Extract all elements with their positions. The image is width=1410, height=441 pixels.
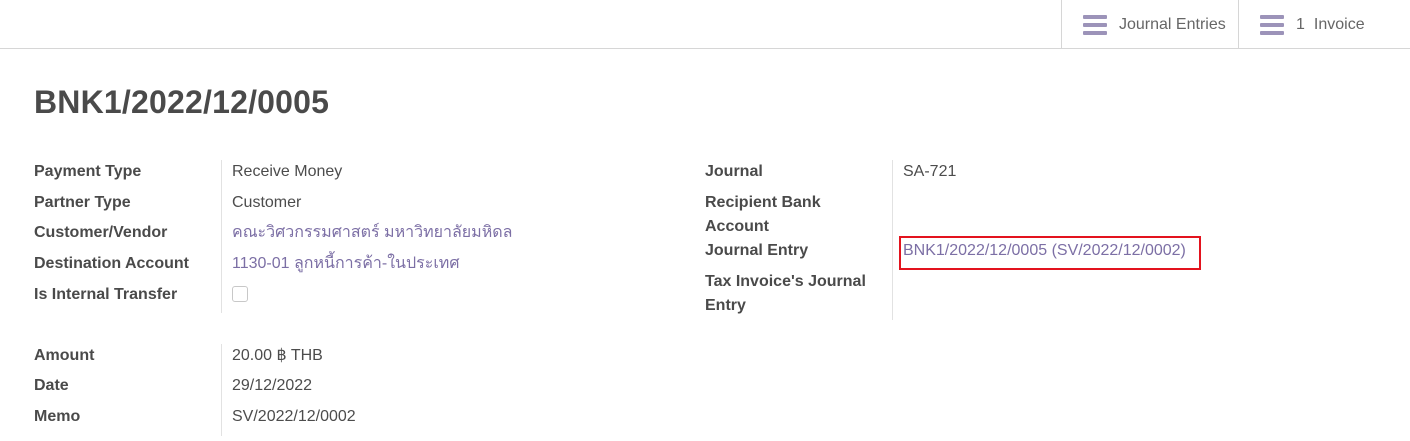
date-label: Date	[34, 377, 69, 394]
recipient-bank-label-line2: Account	[705, 218, 769, 235]
memo-label: Memo	[34, 408, 81, 425]
journal-entries-label: Journal Entries	[1119, 15, 1226, 33]
partner-type-label: Partner Type	[34, 194, 131, 211]
invoice-button[interactable]: 1 Invoice	[1238, 0, 1410, 49]
invoice-label: Invoice	[1313, 15, 1365, 33]
invoice-count: 1	[1296, 15, 1305, 33]
smart-button-bar: Journal Entries 1 Invoice	[0, 0, 1410, 49]
recipient-bank-label-line1: Recipient Bank	[705, 194, 821, 211]
tax-invoice-journal-entry-label: Tax Invoice's Journal Entry	[705, 270, 866, 318]
journal-entries-button[interactable]: Journal Entries	[1061, 0, 1238, 49]
right-group-divider	[892, 160, 893, 320]
internal-transfer-checkbox[interactable]	[232, 286, 248, 302]
record-title: BNK1/2022/12/0005	[34, 84, 330, 120]
partner-type-value: Customer	[232, 194, 302, 211]
journal-label: Journal	[705, 163, 763, 180]
journal-entry-label: Journal Entry	[705, 242, 809, 259]
date-value: 29/12/2022	[232, 377, 313, 394]
payment-type-value: Receive Money	[232, 163, 343, 180]
journal-entry-highlight-box	[899, 236, 1201, 270]
list-icon	[1083, 14, 1107, 35]
amount-label: Amount	[34, 347, 95, 364]
payment-type-label: Payment Type	[34, 163, 142, 180]
destination-account-label: Destination Account	[34, 255, 189, 272]
tax-invoice-label-line1: Tax Invoice's Journal	[705, 273, 866, 290]
customer-vendor-label: Customer/Vendor	[34, 224, 168, 241]
left-group-divider	[221, 160, 222, 313]
journal-value: SA-721	[903, 163, 957, 180]
destination-account-link[interactable]: 1130-01 ลูกหนี้การค้า-ในประเทศ	[232, 252, 460, 276]
tax-invoice-label-line2: Entry	[705, 297, 746, 314]
amount-value: 20.00 ฿ THB	[232, 347, 323, 364]
customer-vendor-link[interactable]: คณะวิศวกรรมศาสตร์ มหาวิทยาลัยมหิดล	[232, 221, 512, 245]
internal-transfer-label: Is Internal Transfer	[34, 286, 178, 303]
recipient-bank-label: Recipient Bank Account	[705, 191, 821, 239]
memo-value: SV/2022/12/0002	[232, 408, 356, 425]
list-icon	[1260, 14, 1284, 35]
bottom-group-divider	[221, 344, 222, 436]
